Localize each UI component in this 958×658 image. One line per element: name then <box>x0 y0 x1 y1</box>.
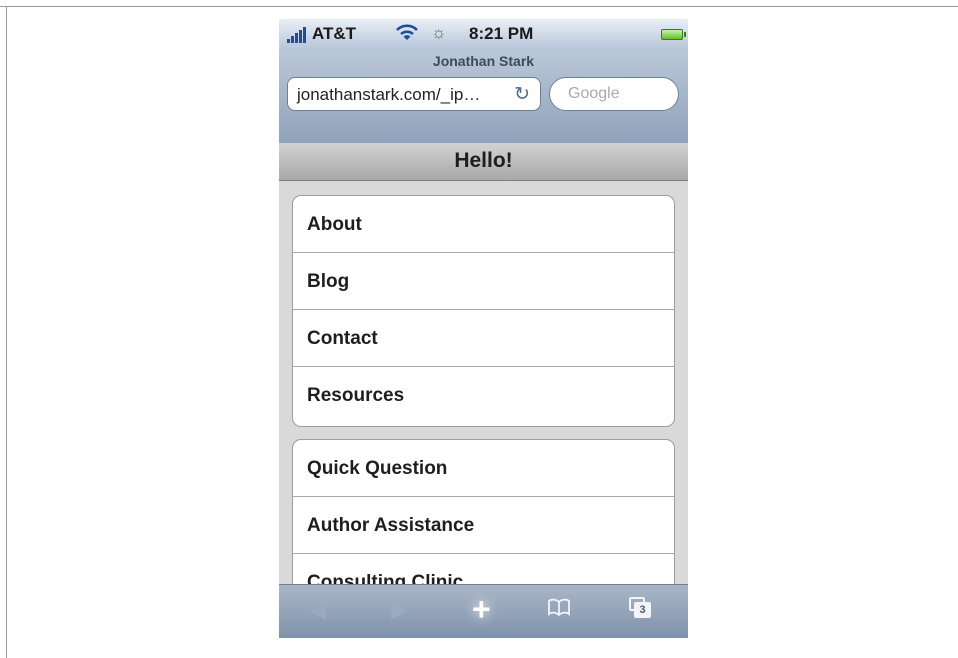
list-item-blog[interactable]: Blog <box>293 253 674 310</box>
url-text: jonathanstark.com/_ip… <box>297 85 481 104</box>
status-bar: AT&T ☼ 8:21 PM <box>279 19 688 51</box>
frame-top-border <box>0 6 958 7</box>
app-title: Hello! <box>454 149 513 172</box>
page-title: Jonathan Stark <box>432 53 535 69</box>
back-arrow-icon[interactable]: ◀ <box>309 597 326 623</box>
battery-icon <box>661 29 686 40</box>
search-placeholder: Google <box>568 85 620 102</box>
pages-count: 3 <box>634 602 651 618</box>
wifi-icon <box>395 24 419 47</box>
carrier-label: AT&T <box>312 24 357 43</box>
signal-icon <box>287 27 309 43</box>
browser-address-bar: Jonathan Stark jonathanstark.com/_ip… ↻ … <box>279 51 688 143</box>
list-item-quick-question[interactable]: Quick Question <box>293 440 674 497</box>
search-field[interactable]: Google <box>549 77 679 111</box>
add-icon[interactable]: + <box>472 591 491 628</box>
list-item-about[interactable]: About <box>293 196 674 253</box>
loading-icon: ☼ <box>431 23 447 42</box>
browser-toolbar: ◀ ▶ + 3 <box>279 584 688 638</box>
list-item-author-assistance[interactable]: Author Assistance <box>293 497 674 554</box>
phone-screen: AT&T ☼ 8:21 PM Jonathan Stark jonathanst… <box>279 19 688 638</box>
frame-left-border <box>6 6 7 658</box>
menu-list-primary: About Blog Contact Resources <box>292 195 675 427</box>
app-toolbar: Hello! <box>279 143 688 181</box>
list-item-contact[interactable]: Contact <box>293 310 674 367</box>
url-field[interactable]: jonathanstark.com/_ip… ↻ <box>287 77 541 111</box>
status-time: 8:21 PM <box>469 24 534 43</box>
forward-arrow-icon[interactable]: ▶ <box>391 597 408 623</box>
list-item-resources[interactable]: Resources <box>293 367 674 424</box>
bookmarks-icon[interactable] <box>547 597 571 623</box>
pages-icon[interactable]: 3 <box>629 597 651 618</box>
reload-icon[interactable]: ↻ <box>514 83 530 106</box>
